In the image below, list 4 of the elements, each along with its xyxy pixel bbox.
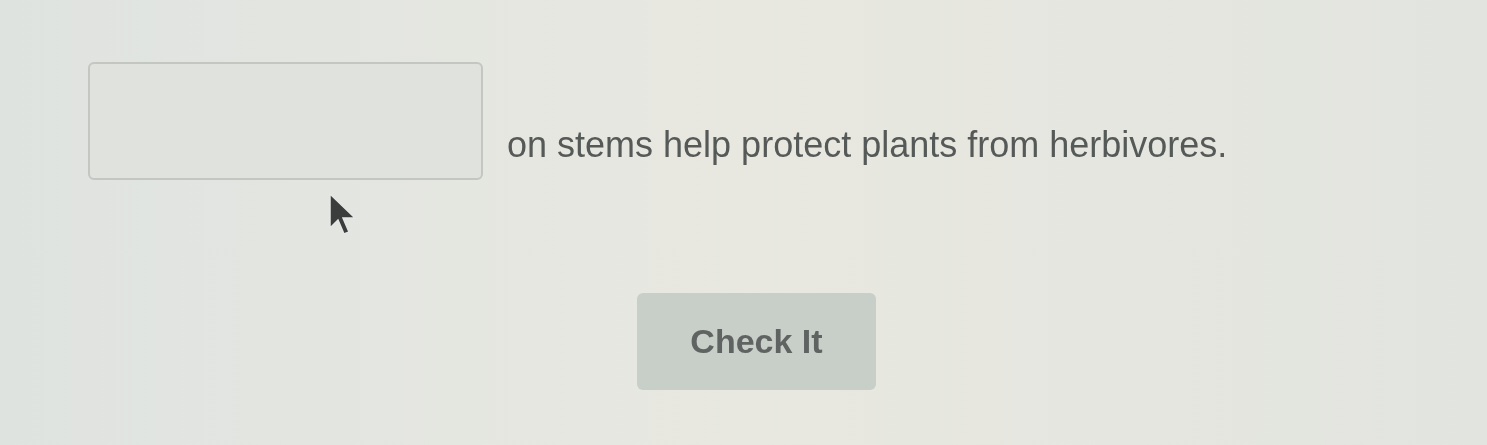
question-text: on stems help protect plants from herbivores. — [507, 124, 1228, 167]
check-it-button[interactable]: Check It — [637, 293, 876, 390]
answer-field[interactable] — [88, 62, 483, 180]
cursor-icon — [328, 192, 358, 236]
